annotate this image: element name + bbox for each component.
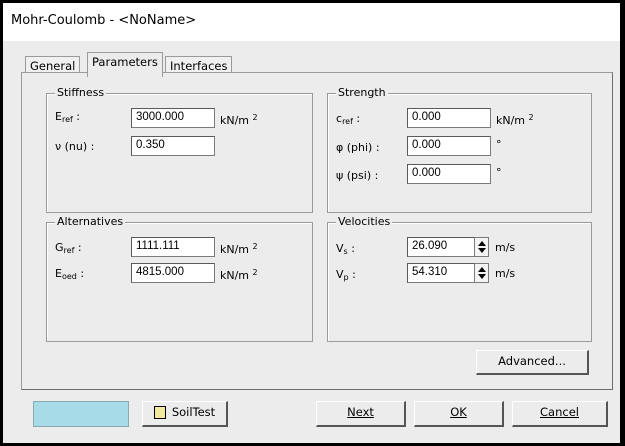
ok-button-label: OK bbox=[450, 405, 467, 419]
e-oed-label: Eoed : bbox=[55, 267, 85, 281]
nu-input[interactable]: 0.350 bbox=[131, 136, 215, 156]
vs-unit: m/s bbox=[495, 241, 516, 254]
advanced-button[interactable]: Advanced... bbox=[476, 350, 589, 375]
phi-unit: ° bbox=[496, 138, 502, 151]
vp-input[interactable]: 54.310 bbox=[407, 263, 475, 283]
vs-input[interactable]: 26.090 bbox=[407, 237, 475, 257]
alternatives-group: Alternatives Gref : 1111.111 kN/m 2 Eoed… bbox=[46, 215, 313, 342]
alternatives-group-title: Alternatives bbox=[55, 215, 126, 228]
stiffness-group: Stiffness Eref : 3000.000 kN/m 2 ν (nu) … bbox=[46, 86, 313, 213]
soiltest-button-label: SoilTest bbox=[171, 405, 216, 419]
e-ref-unit: kN/m 2 bbox=[220, 113, 258, 127]
stiffness-group-title: Stiffness bbox=[55, 86, 107, 99]
c-ref-unit: kN/m 2 bbox=[496, 113, 534, 127]
c-ref-label: cref : bbox=[336, 112, 361, 126]
arrow-up-icon bbox=[478, 241, 486, 246]
title-bar: Mohr-Coulomb - <NoName> bbox=[3, 3, 620, 41]
color-swatch[interactable] bbox=[33, 401, 129, 427]
mohr-coulomb-dialog: Mohr-Coulomb - <NoName> General Paramete… bbox=[3, 3, 620, 443]
tab-interfaces-label: Interfaces bbox=[170, 59, 228, 73]
e-ref-input[interactable]: 3000.000 bbox=[131, 108, 215, 128]
g-ref-unit: kN/m 2 bbox=[220, 242, 258, 256]
next-button[interactable]: Next bbox=[316, 401, 406, 427]
ok-button[interactable]: OK bbox=[414, 401, 504, 427]
arrow-down-icon bbox=[478, 248, 486, 253]
cancel-button-label: Cancel bbox=[540, 405, 579, 419]
nu-label: ν (nu) : bbox=[55, 140, 95, 153]
e-oed-input[interactable]: 4815.000 bbox=[131, 263, 215, 283]
phi-input[interactable]: 0.000 bbox=[407, 136, 491, 156]
vs-spin-button[interactable] bbox=[474, 237, 489, 257]
c-ref-input[interactable]: 0.000 bbox=[407, 108, 491, 128]
e-ref-label: Eref : bbox=[55, 110, 81, 124]
tab-parameters[interactable]: Parameters bbox=[87, 52, 163, 77]
strength-group-title: Strength bbox=[336, 86, 388, 99]
velocities-group: Velocities Vs : 26.090 m/s Vp : 54.310 m… bbox=[327, 215, 592, 342]
tab-parameters-label: Parameters bbox=[92, 55, 158, 69]
e-oed-unit: kN/m 2 bbox=[220, 268, 258, 282]
phi-label: φ (phi) : bbox=[336, 141, 380, 154]
vs-label: Vs : bbox=[336, 242, 355, 256]
soiltest-button[interactable]: SoilTest bbox=[142, 401, 228, 427]
psi-label: ψ (psi) : bbox=[336, 169, 379, 182]
arrow-up-icon bbox=[478, 267, 486, 272]
g-ref-input[interactable]: 1111.111 bbox=[131, 237, 215, 257]
arrow-down-icon bbox=[478, 274, 486, 279]
strength-group: Strength cref : 0.000 kN/m 2 φ (phi) : 0… bbox=[327, 86, 592, 213]
clipboard-icon bbox=[153, 406, 166, 419]
vp-spin-button[interactable] bbox=[474, 263, 489, 283]
vp-label: Vp : bbox=[336, 268, 356, 282]
psi-unit: ° bbox=[496, 166, 502, 179]
vp-unit: m/s bbox=[495, 267, 516, 280]
g-ref-label: Gref : bbox=[55, 241, 82, 255]
tab-general-label: General bbox=[30, 59, 76, 73]
parameters-panel: Stiffness Eref : 3000.000 kN/m 2 ν (nu) … bbox=[21, 72, 613, 390]
next-button-label: Next bbox=[347, 405, 374, 419]
bottom-edge bbox=[3, 437, 620, 443]
cancel-button[interactable]: Cancel bbox=[512, 401, 608, 427]
advanced-button-label: Advanced... bbox=[498, 354, 566, 368]
velocities-group-title: Velocities bbox=[336, 215, 393, 228]
window-title: Mohr-Coulomb - <NoName> bbox=[11, 13, 197, 28]
psi-input[interactable]: 0.000 bbox=[407, 164, 491, 184]
